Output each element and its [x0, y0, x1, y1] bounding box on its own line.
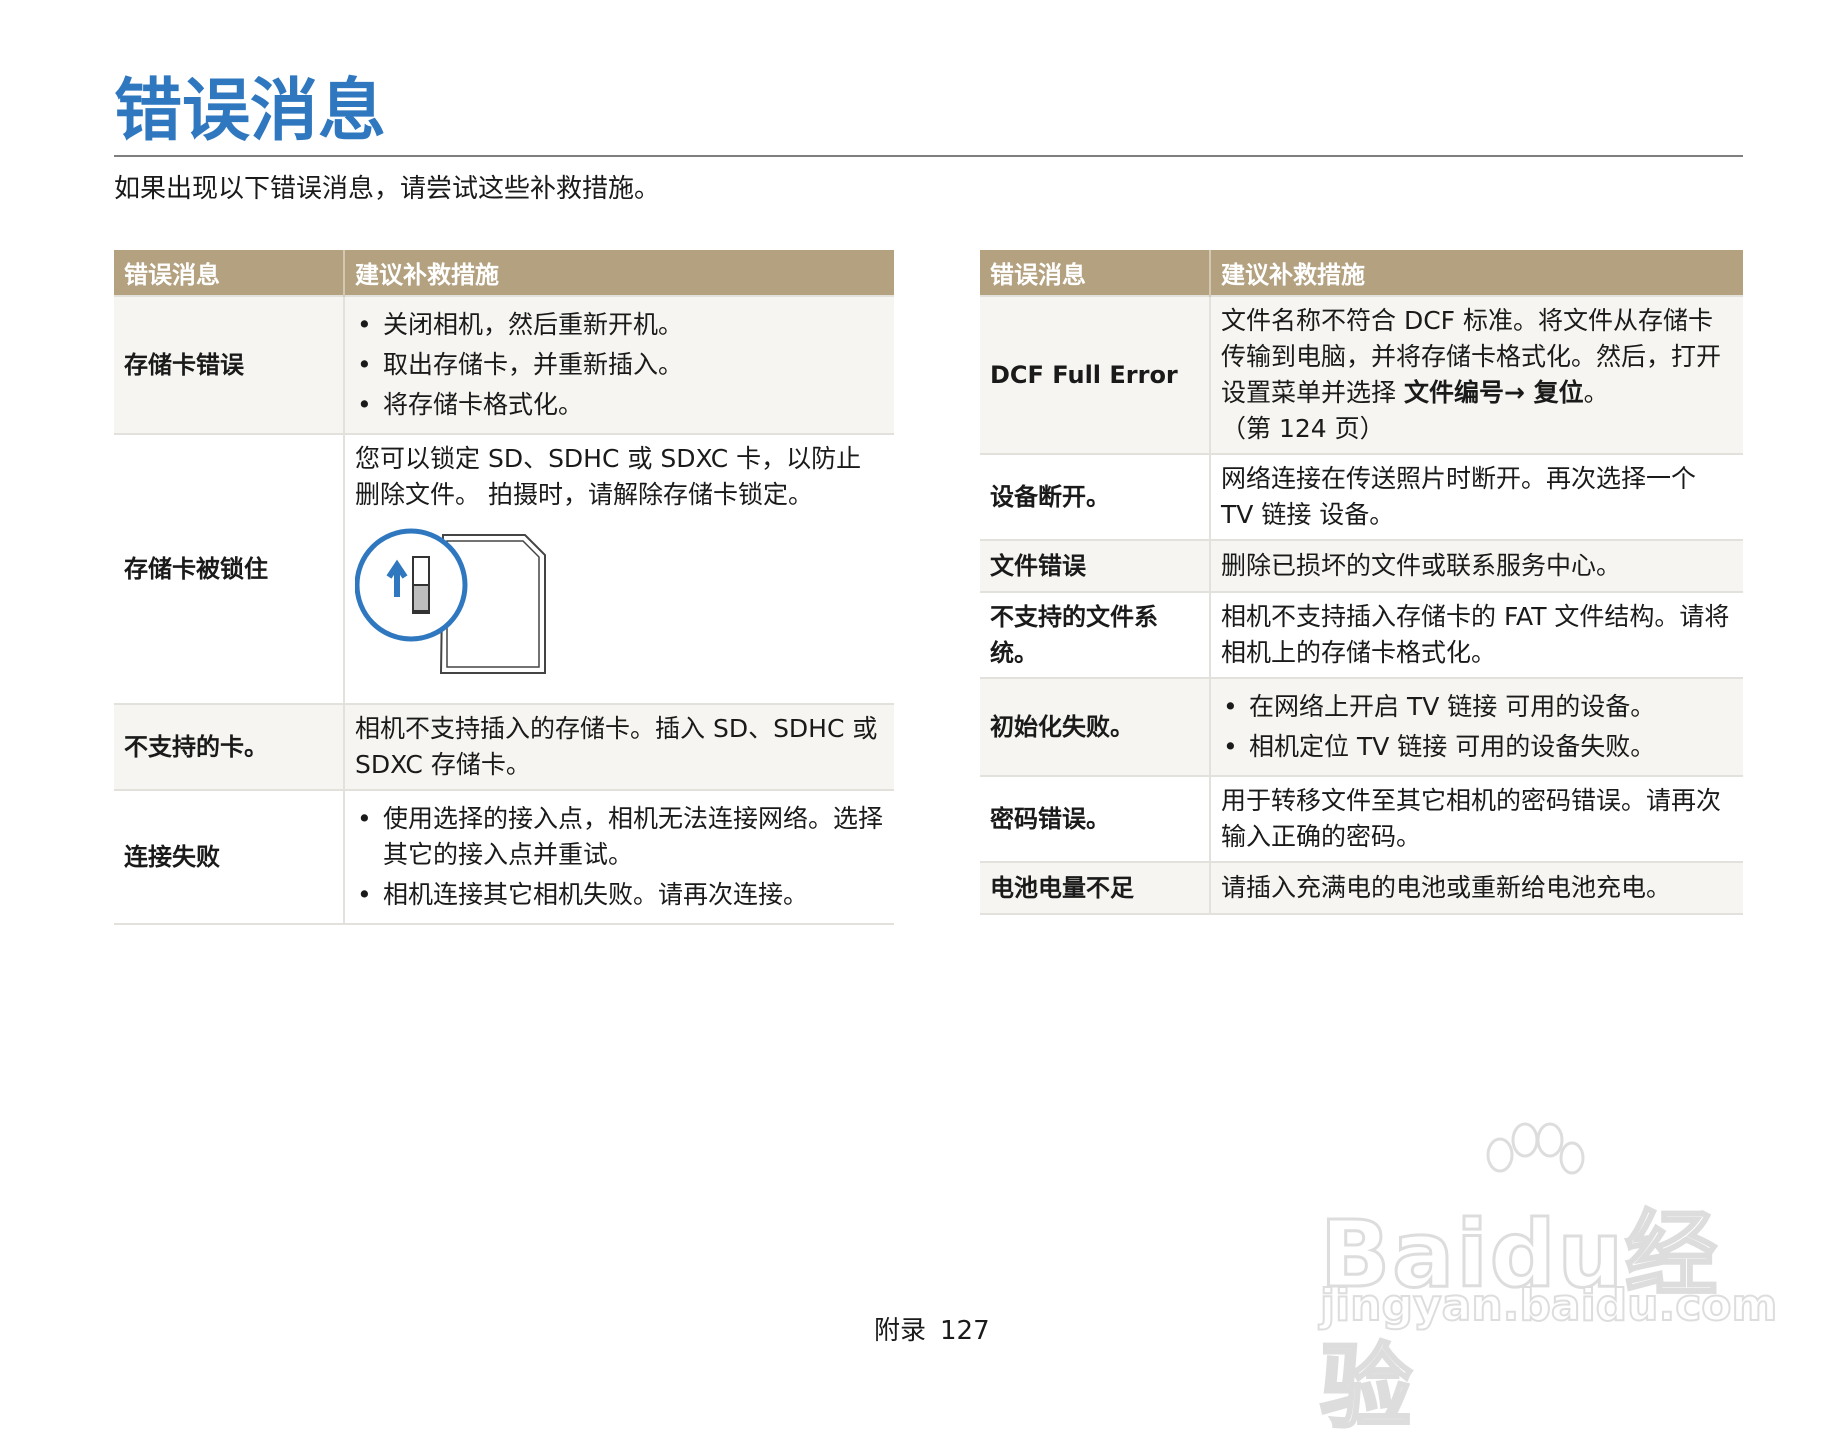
column-header-remedy: 建议补救措施: [1210, 250, 1743, 296]
remedy-text: 请插入充满电的电池或重新给电池充电。: [1210, 861, 1743, 915]
remedy-bullet: 相机连接其它相机失败。请再次连接。: [355, 877, 884, 913]
table-row: 文件错误 删除已损坏的文件或联系服务中心。: [980, 539, 1743, 592]
page-intro: 如果出现以下错误消息，请尝试这些补救措施。: [114, 174, 661, 204]
table-row: 连接失败 使用选择的接入点，相机无法连接网络。选择其它的接入点并重试。 相机连接…: [114, 789, 894, 925]
remedy-cell: 您可以锁定 SD、SDHC 或 SDXC 卡，以防止删除文件。 拍摄时，请解除存…: [344, 433, 894, 704]
remedy-cell: 关闭相机，然后重新开机。 取出存储卡，并重新插入。 将存储卡格式化。: [344, 295, 894, 434]
table-row: 初始化失败。 在网络上开启 TV 链接 可用的设备。 相机定位 TV 链接 可用…: [980, 677, 1743, 776]
error-name: 设备断开。: [980, 453, 1211, 540]
error-name: 连接失败: [114, 789, 345, 925]
error-name: 密码错误。: [980, 775, 1211, 862]
table-row: 设备断开。 网络连接在传送照片时断开。再次选择一个 TV 链接 设备。: [980, 453, 1743, 540]
table-row: 存储卡错误 关闭相机，然后重新开机。 取出存储卡，并重新插入。 将存储卡格式化。: [114, 295, 894, 434]
remedy-text: 删除已损坏的文件或联系服务中心。: [1210, 539, 1743, 592]
error-name: DCF Full Error: [980, 295, 1211, 454]
page-footer: 附录 127: [874, 1310, 990, 1347]
baidu-watermark: Baidu经验 jingyan.baidu.com: [1319, 1120, 1778, 1443]
remedy-text: 用于转移文件至其它相机的密码错误。请再次输入正确的密码。: [1210, 775, 1743, 862]
error-name: 初始化失败。: [980, 677, 1211, 776]
table-row: 密码错误。 用于转移文件至其它相机的密码错误。请再次输入正确的密码。: [980, 775, 1743, 862]
watermark-url: jingyan.baidu.com: [1319, 1279, 1778, 1332]
remedy-cell: 在网络上开启 TV 链接 可用的设备。 相机定位 TV 链接 可用的设备失败。: [1210, 677, 1743, 776]
remedy-bullet: 使用选择的接入点，相机无法连接网络。选择其它的接入点并重试。: [355, 801, 884, 873]
sd-card-icon: [354, 528, 546, 674]
error-name: 存储卡错误: [114, 295, 345, 434]
remedy-bullet: 关闭相机，然后重新开机。: [355, 307, 884, 343]
remedy-cell: 文件名称不符合 DCF 标准。将文件从存储卡传输到电脑，并将存储卡格式化。然后，…: [1210, 295, 1743, 454]
sd-card-lock-illustration: [354, 523, 884, 693]
column-header-message: 错误消息: [114, 250, 345, 296]
remedy-cell: 使用选择的接入点，相机无法连接网络。选择其它的接入点并重试。 相机连接其它相机失…: [344, 789, 894, 925]
column-header-message: 错误消息: [980, 250, 1211, 296]
page-title: 错误消息: [114, 72, 387, 151]
error-table-left: 错误消息 建议补救措施 存储卡错误 关闭相机，然后重新开机。 取出存储卡，并重新…: [114, 250, 894, 925]
remedy-bullet: 取出存储卡，并重新插入。: [355, 347, 884, 383]
footer-section: 附录: [874, 1316, 927, 1346]
remedy-bullet: 相机定位 TV 链接 可用的设备失败。: [1221, 729, 1733, 765]
remedy-bullet: 在网络上开启 TV 链接 可用的设备。: [1221, 689, 1733, 725]
error-table-right: 错误消息 建议补救措施 DCF Full Error 文件名称不符合 DCF 标…: [980, 250, 1743, 915]
error-name: 文件错误: [980, 539, 1211, 592]
error-name: 不支持的文件系统。: [980, 591, 1211, 678]
remedy-bullet: 将存储卡格式化。: [355, 387, 884, 423]
remedy-text: 您可以锁定 SD、SDHC 或 SDXC 卡，以防止删除文件。 拍摄时，请解除存…: [355, 444, 862, 509]
table-row: DCF Full Error 文件名称不符合 DCF 标准。将文件从存储卡传输到…: [980, 295, 1743, 454]
remedy-text: 相机不支持插入存储卡的 FAT 文件结构。请将相机上的存储卡格式化。: [1210, 591, 1743, 678]
remedy-text: 网络连接在传送照片时断开。再次选择一个 TV 链接 设备。: [1210, 453, 1743, 540]
column-header-remedy: 建议补救措施: [344, 250, 894, 296]
error-name: 电池电量不足: [980, 861, 1211, 915]
table-row: 存储卡被锁住 您可以锁定 SD、SDHC 或 SDXC 卡，以防止删除文件。 拍…: [114, 433, 894, 704]
error-name: 不支持的卡。: [114, 703, 345, 790]
table-row: 不支持的卡。 相机不支持插入的存储卡。插入 SD、SDHC 或 SDXC 存储卡…: [114, 703, 894, 790]
table-row: 不支持的文件系统。 相机不支持插入存储卡的 FAT 文件结构。请将相机上的存储卡…: [980, 591, 1743, 678]
menu-path: 文件编号→ 复位: [1403, 378, 1584, 407]
title-divider: [114, 155, 1743, 157]
remedy-text: 相机不支持插入的存储卡。插入 SD、SDHC 或 SDXC 存储卡。: [344, 703, 894, 790]
remedy-text-end: 。: [1583, 378, 1609, 407]
error-name: 存储卡被锁住: [114, 433, 345, 704]
page-number: 127: [940, 1316, 990, 1346]
page-reference: （第 124 页）: [1221, 414, 1385, 443]
table-row: 电池电量不足 请插入充满电的电池或重新给电池充电。: [980, 861, 1743, 915]
